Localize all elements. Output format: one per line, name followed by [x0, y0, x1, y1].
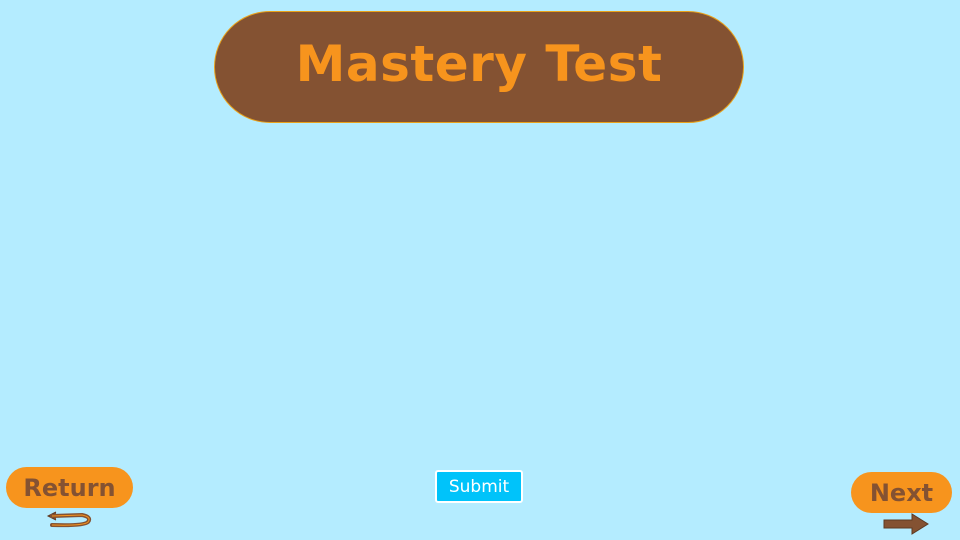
title-banner: Mastery Test — [214, 11, 744, 123]
return-arrow-icon[interactable] — [44, 507, 96, 531]
return-button-label: Return — [23, 473, 116, 502]
next-button-label: Next — [869, 478, 934, 507]
return-button[interactable]: Return — [6, 467, 133, 508]
page-title: Mastery Test — [295, 35, 663, 93]
right-arrow-icon[interactable] — [882, 511, 930, 537]
submit-button[interactable]: Submit — [435, 470, 523, 503]
next-button[interactable]: Next — [851, 472, 952, 513]
